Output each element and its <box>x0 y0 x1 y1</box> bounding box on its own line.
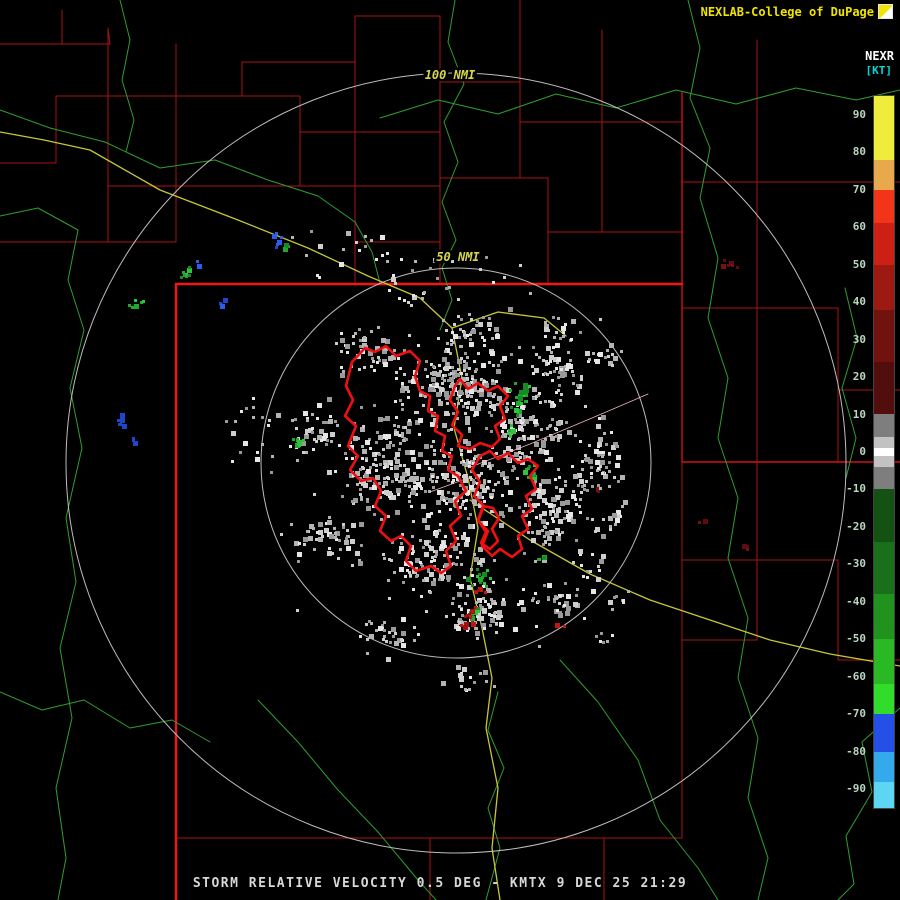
radar-display: 100 NMI 50 NMI NEXLAB-College of DuPage N… <box>0 0 900 900</box>
colorbar-segment <box>874 714 894 752</box>
colorbar-segment <box>874 541 894 595</box>
colorbar-segment <box>874 96 894 160</box>
colorbar-segment <box>874 684 894 715</box>
colorbar-unit: [KT] <box>865 64 893 77</box>
colorbar-segment <box>874 309 894 363</box>
colorbar-segment <box>874 436 894 449</box>
radar-map[interactable]: 100 NMI 50 NMI <box>0 0 900 900</box>
colorbar-tick-label: -40 <box>846 594 866 608</box>
colorbar-tick-label: -70 <box>846 707 866 721</box>
colorbar-tick-label: 80 <box>852 145 866 159</box>
colorbar-tick-label: 60 <box>852 220 866 234</box>
brand-icon[interactable] <box>878 4 893 19</box>
colorbar-tick-label: 90 <box>852 107 866 121</box>
colorbar-tick-label: -90 <box>846 782 866 796</box>
range-rings <box>65 72 847 854</box>
colorbar-tick-label: 70 <box>852 182 866 196</box>
colorbar-tick-label: 0 <box>859 445 866 458</box>
colorbar-segment <box>874 781 894 808</box>
radar-echoes <box>117 230 749 692</box>
colorbar <box>873 95 895 809</box>
colorbar-segment <box>874 489 894 542</box>
map-lines-roads <box>0 131 900 900</box>
colorbar-segment <box>874 414 894 437</box>
status-caption: STORM RELATIVE VELOCITY 0.5 DEG - KMTX 9… <box>192 876 688 891</box>
colorbar-segment <box>874 594 894 640</box>
colorbar-tick-label: -10 <box>846 482 866 496</box>
colorbar-segment <box>874 448 894 456</box>
colorbar-segment <box>874 362 894 415</box>
colorbar-tick-label: -80 <box>846 744 866 758</box>
colorbar-segment <box>874 751 894 782</box>
range-ring <box>65 72 847 854</box>
colorbar-segment <box>874 455 894 467</box>
colorbar-tick-label: 20 <box>852 370 866 384</box>
colorbar-tick-label: -60 <box>846 669 866 683</box>
colorbar-tick-label: 30 <box>852 332 866 346</box>
colorbar-tick-label: -30 <box>846 557 866 571</box>
colorbar-segment <box>874 223 894 265</box>
colorbar-segment <box>874 159 894 190</box>
range-ring-label: 50 NMI <box>436 250 480 264</box>
colorbar-ticks: 90 80 70 60 50 40 30 20 10 0 -10 -20 -30 -40 -50 -60 -70… <box>828 0 868 900</box>
colorbar-title: NEXR <box>865 49 894 63</box>
colorbar-segment <box>874 466 894 490</box>
colorbar-tick-label: 50 <box>852 257 866 271</box>
colorbar-segment <box>874 189 894 224</box>
colorbar-tick-label: 10 <box>852 407 866 421</box>
range-ring-label: 100 NMI <box>425 68 476 82</box>
colorbar-tick-label: -50 <box>846 632 866 646</box>
colorbar-tick-label: -20 <box>846 519 866 533</box>
colorbar-tick-label: 40 <box>852 295 866 309</box>
colorbar-segment <box>874 264 894 310</box>
colorbar-segment <box>874 639 894 685</box>
